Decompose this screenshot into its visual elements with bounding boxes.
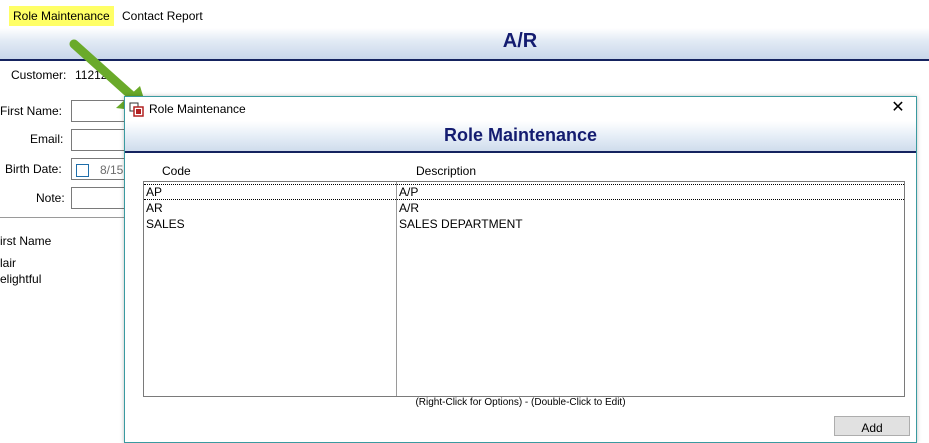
background-list-row: lair <box>0 256 17 270</box>
customer-label: Customer: <box>11 68 67 82</box>
dialog-titlebar: Role Maintenance ✕ <box>125 97 916 121</box>
role-code: AR <box>146 201 163 215</box>
menu-item-role-maintenance[interactable]: Role Maintenance <box>9 6 114 26</box>
background-list-row: elightful <box>0 272 42 286</box>
menu-bar: Role Maintenance Contact Report <box>0 0 929 28</box>
column-header-code[interactable]: Code <box>162 164 191 178</box>
dialog-heading: Role Maintenance <box>443 125 598 145</box>
dialog-window-title: Role Maintenance <box>149 102 246 116</box>
close-icon[interactable]: ✕ <box>888 99 908 117</box>
birth-date-checkbox[interactable] <box>76 164 89 177</box>
note-label: Note: <box>36 191 65 205</box>
role-description: SALES DEPARTMENT <box>399 217 523 231</box>
role-description: A/R <box>399 201 420 215</box>
role-description: A/P <box>399 185 419 199</box>
role-maintenance-dialog: Role Maintenance ✕ Role Maintenance Code… <box>124 96 917 443</box>
role-code: SALES <box>146 217 185 231</box>
list-item[interactable]: SALES SALES DEPARTMENT <box>144 216 904 232</box>
list-hint-text: (Right-Click for Options) - (Double-Clic… <box>415 397 626 408</box>
roles-list[interactable]: AP A/P AR A/R SALES SALES DEPARTMENT <box>143 181 905 397</box>
list-item[interactable]: AP A/P <box>144 184 904 200</box>
birth-date-label: Birth Date: <box>5 162 62 176</box>
background-list-header: irst Name <box>0 234 52 248</box>
column-header-description[interactable]: Description <box>416 164 476 178</box>
list-item[interactable]: AR A/R <box>144 200 904 216</box>
add-button[interactable]: Add <box>834 416 910 436</box>
menu-item-contact-report[interactable]: Contact Report <box>118 6 207 26</box>
email-label: Email: <box>30 132 64 146</box>
background-divider <box>0 217 140 218</box>
birth-date-value: 8/15 <box>100 163 124 177</box>
app-window-icon <box>129 102 144 117</box>
first-name-label: First Name: <box>0 104 63 118</box>
role-code: AP <box>146 185 163 199</box>
